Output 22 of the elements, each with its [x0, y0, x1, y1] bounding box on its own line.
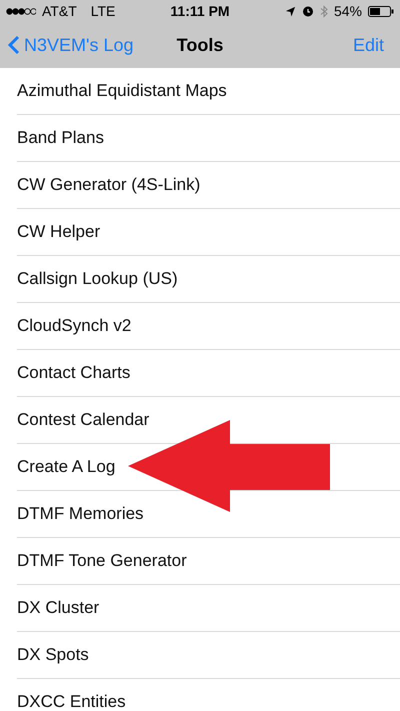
tool-item[interactable]: DTMF Tone Generator: [17, 538, 400, 585]
battery-icon: [368, 6, 394, 16]
tool-item[interactable]: CloudSynch v2: [17, 303, 400, 350]
signal-icon: [6, 8, 36, 14]
carrier-name: AT&T: [42, 3, 77, 19]
bluetooth-icon: [320, 4, 328, 18]
location-icon: [284, 6, 296, 16]
tool-item[interactable]: DX Cluster: [17, 585, 400, 632]
tool-item[interactable]: CW Helper: [17, 209, 400, 256]
tool-item[interactable]: CW Generator (4S-Link): [17, 162, 400, 209]
battery-percent: 54%: [334, 3, 362, 19]
status-time: 11:11 PM: [170, 3, 230, 19]
nav-title: Tools: [176, 34, 224, 56]
tool-item[interactable]: Band Plans: [17, 115, 400, 162]
tool-item[interactable]: Azimuthal Equidistant Maps: [17, 68, 400, 115]
network-type: LTE: [90, 3, 116, 19]
tool-item[interactable]: Callsign Lookup (US): [17, 256, 400, 303]
chevron-icon: [8, 35, 20, 55]
tool-item[interactable]: DXCC Entities: [17, 679, 400, 711]
alarm-icon: [302, 5, 314, 17]
tool-item[interactable]: DX Spots: [17, 632, 400, 679]
tool-item[interactable]: Contact Charts: [17, 350, 400, 397]
